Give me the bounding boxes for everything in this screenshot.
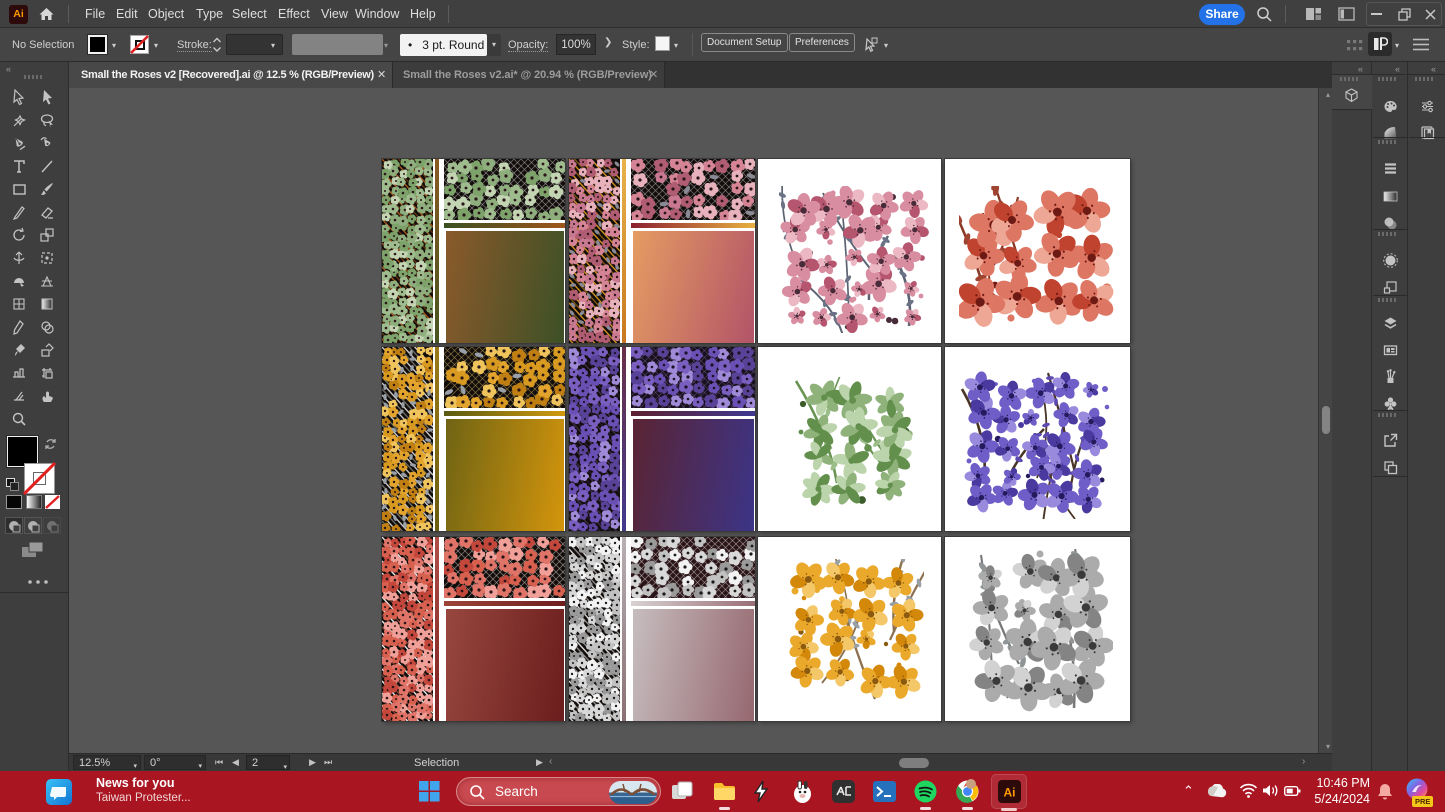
svg-text:Ai: Ai bbox=[1004, 786, 1016, 800]
